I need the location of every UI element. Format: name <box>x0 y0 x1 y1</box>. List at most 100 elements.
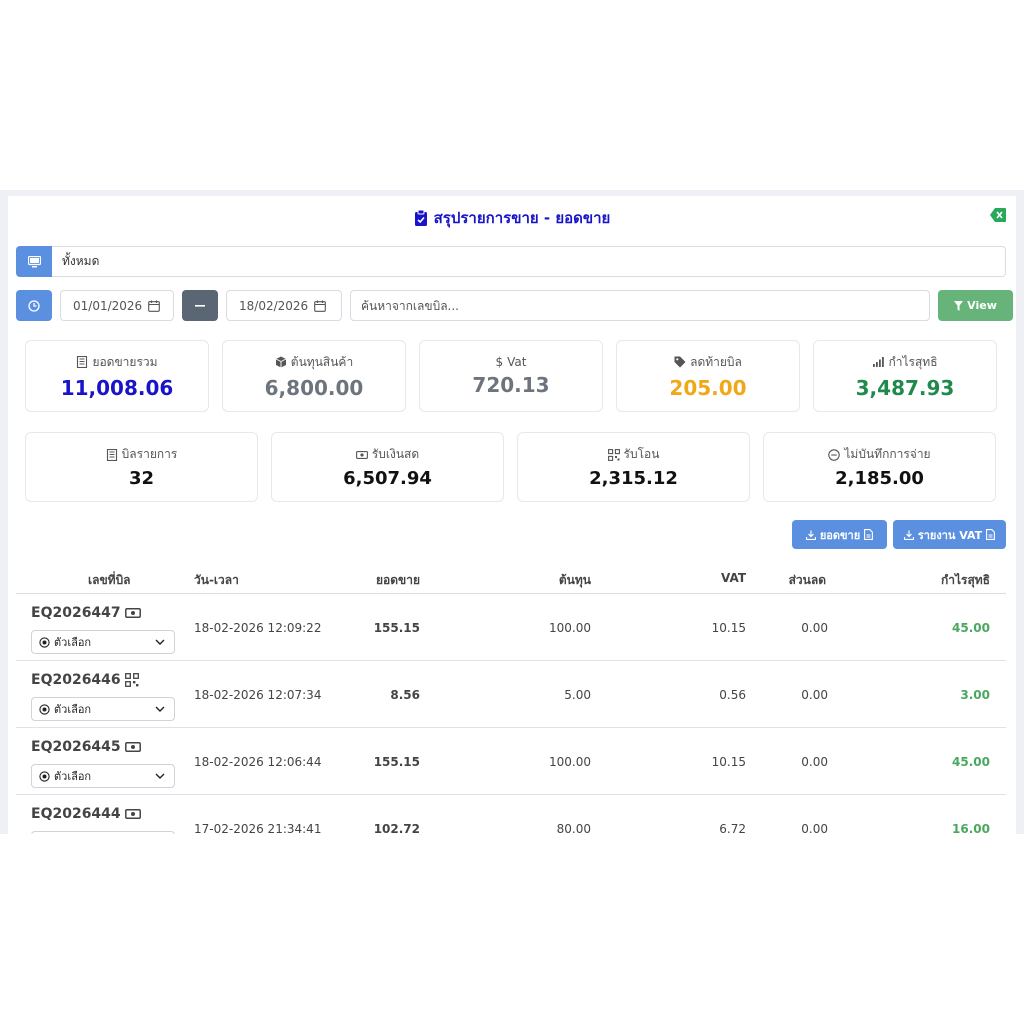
payment-card-bills: บิลรายการ 32 <box>25 432 258 502</box>
gear-icon <box>39 770 50 782</box>
cell-vat: 10.15 <box>711 755 746 769</box>
row-options-select[interactable]: ตัวเลือก <box>31 831 175 834</box>
summary-label: Vat <box>507 355 527 369</box>
clock-icon <box>28 299 40 312</box>
row-options-label: ตัวเลือก <box>54 636 92 649</box>
bill-number[interactable]: EQ2026447 <box>31 605 121 621</box>
cell-discount: 0.00 <box>801 755 828 769</box>
clock-button[interactable] <box>16 290 52 321</box>
payment-label: บิลรายการ <box>121 447 178 461</box>
header-discount: ส่วนลด <box>788 573 826 587</box>
cell-datetime: 18-02-2026 12:06:44 <box>194 755 322 769</box>
branch-select-value: ทั้งหมด <box>62 254 100 268</box>
summary-value: 11,008.06 <box>60 375 174 400</box>
cash-icon <box>124 742 141 752</box>
branch-select[interactable]: ทั้งหมด <box>52 246 1006 277</box>
cell-cost: 100.00 <box>549 621 591 635</box>
payment-label: รับเงินสด <box>371 447 420 461</box>
cell-profit: 45.00 <box>952 621 990 635</box>
cell-cost: 100.00 <box>549 755 591 769</box>
minus-circle-icon <box>828 448 841 461</box>
row-options-select[interactable]: ตัวเลือก <box>31 764 175 788</box>
payment-card-transfer: รับโอน 2,315.12 <box>517 432 750 502</box>
header-bill: เลขที่บิล <box>88 573 131 587</box>
bill-number[interactable]: EQ2026444 <box>31 806 121 822</box>
summary-card-vat: $ Vat 720.13 <box>419 340 603 412</box>
close-icon[interactable] <box>990 208 1006 222</box>
receipt-icon <box>106 448 117 461</box>
payment-card-unrecorded: ไม่บันทึกการจ่าย 2,185.00 <box>763 432 996 502</box>
payment-value: 2,185.00 <box>835 468 924 489</box>
qr-icon <box>124 673 139 687</box>
cell-datetime: 17-02-2026 21:34:41 <box>194 822 322 834</box>
cell-cost: 80.00 <box>556 822 591 834</box>
cell-sales: 8.56 <box>390 688 420 702</box>
header-datetime: วัน-เวลา <box>194 573 239 587</box>
export-vat-button[interactable]: รายงาน VAT <box>893 520 1006 549</box>
date-from-value: 01/01/2026 <box>73 298 143 313</box>
payment-card-cash: รับเงินสด 6,507.94 <box>271 432 504 502</box>
clipboard-check-icon <box>414 210 427 226</box>
modal-header: สรุปรายการขาย - ยอดขาย <box>8 196 1016 240</box>
row-options-label: ตัวเลือก <box>54 703 92 716</box>
summary-card-cost: ต้นทุนสินค้า 6,800.00 <box>222 340 406 412</box>
receipt-icon <box>77 356 88 368</box>
pdf-file-icon <box>864 529 874 540</box>
summary-card-profit: กำไรสุทธิ 3,487.93 <box>813 340 997 412</box>
bill-search-input[interactable] <box>350 290 930 321</box>
chevron-down-icon <box>155 773 165 779</box>
branch-addon <box>16 246 52 277</box>
payment-value: 2,315.12 <box>589 468 678 489</box>
cell-discount: 0.00 <box>801 822 828 834</box>
modal-title: สรุปรายการขาย - ยอดขาย <box>414 206 610 230</box>
cell-vat: 10.15 <box>711 621 746 635</box>
payment-value: 32 <box>128 468 155 489</box>
gear-icon <box>39 636 50 648</box>
cell-profit: 16.00 <box>952 822 990 834</box>
range-separator-button[interactable] <box>182 290 218 321</box>
table-row: EQ2026444 ตัวเลือก 17-02-2026 21:34:41 1… <box>16 795 1006 834</box>
filter-icon <box>954 300 964 311</box>
view-button[interactable]: View <box>938 290 1013 321</box>
sales-summary-modal: สรุปรายการขาย - ยอดขาย ทั้งหมด 01/01/202… <box>8 196 1016 834</box>
export-sales-label: ยอดขาย <box>819 528 861 542</box>
cash-icon <box>124 809 141 819</box>
header-vat: VAT <box>720 571 746 585</box>
branch-filter-row: ทั้งหมด <box>16 246 1006 277</box>
cash-icon <box>124 608 141 618</box>
view-button-label: View <box>967 299 997 312</box>
date-to-input[interactable]: 18/02/2026 <box>226 290 342 321</box>
row-options-select[interactable]: ตัวเลือก <box>31 697 175 721</box>
dollar-icon: $ <box>495 355 504 369</box>
chevron-down-icon <box>155 706 165 712</box>
cell-sales: 155.15 <box>373 621 420 635</box>
tag-icon <box>674 356 686 368</box>
payment-value: 6,507.94 <box>343 468 432 489</box>
export-vat-label: รายงาน VAT <box>917 528 983 542</box>
date-from-input[interactable]: 01/01/2026 <box>60 290 174 321</box>
cell-vat: 0.56 <box>719 688 746 702</box>
header-cost: ต้นทุน <box>558 573 591 587</box>
gear-icon <box>39 703 50 715</box>
box-icon <box>275 356 286 368</box>
cell-discount: 0.00 <box>801 621 828 635</box>
cell-sales: 102.72 <box>373 822 420 834</box>
row-options-label: ตัวเลือก <box>54 770 92 783</box>
summary-card-sales: ยอดขายรวม 11,008.06 <box>25 340 209 412</box>
cell-vat: 6.72 <box>719 822 746 834</box>
pdf-file-icon <box>986 529 996 540</box>
table-row: EQ2026447 ตัวเลือก 18-02-2026 12:09:22 1… <box>16 594 1006 661</box>
summary-card-discount: ลดท้ายบิล 205.00 <box>616 340 800 412</box>
monitor-icon <box>27 255 41 267</box>
cell-cost: 5.00 <box>564 688 591 702</box>
export-sales-button[interactable]: ยอดขาย <box>792 520 887 549</box>
row-options-select[interactable]: ตัวเลือก <box>31 630 175 654</box>
header-sales: ยอดขาย <box>375 573 420 587</box>
table-header: เลขที่บิล วัน-เวลา ยอดขาย ต้นทุน VAT ส่ว… <box>16 562 1006 594</box>
download-icon <box>903 530 914 540</box>
calendar-icon <box>148 300 161 312</box>
summary-label: ลดท้ายบิล <box>690 354 742 369</box>
cell-profit: 45.00 <box>952 755 990 769</box>
bill-number[interactable]: EQ2026445 <box>31 739 121 755</box>
bill-number[interactable]: EQ2026446 <box>31 672 121 688</box>
